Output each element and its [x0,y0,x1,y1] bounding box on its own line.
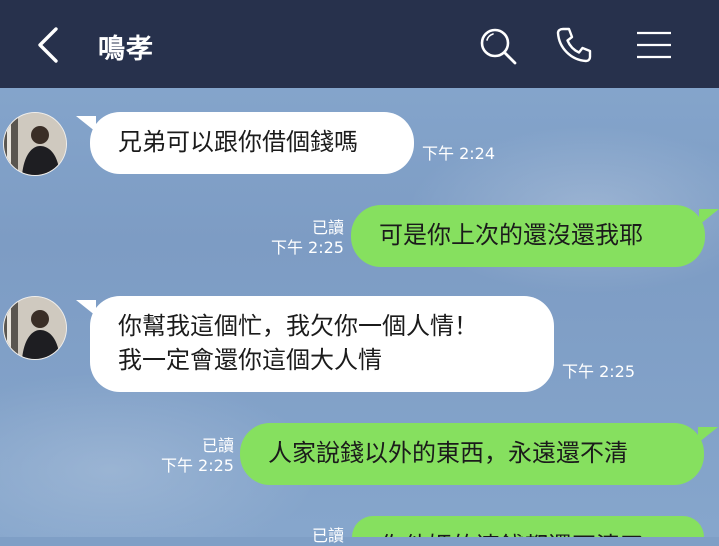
message-meta: 下午 2:25 [562,362,635,382]
read-receipt: 已讀 [311,218,344,237]
message-bubble-outgoing[interactable]: 你他媽的連錢都還不清了 [352,516,704,537]
contact-avatar[interactable] [3,296,67,360]
message-meta: 已讀 下午 2:25 [256,218,344,258]
message-meta: 已讀 [256,526,344,546]
message-time: 下午 2:25 [270,238,344,257]
message-bubble-incoming[interactable]: 兄弟可以跟你借個錢嗎 [76,112,414,174]
message-text: 你他媽的連錢都還不清了 [380,529,644,537]
read-receipt: 已讀 [201,436,234,455]
message-bubble-outgoing[interactable]: 人家說錢以外的東西，永遠還不清 [240,423,718,485]
message-time: 下午 2:25 [562,362,636,381]
message-text: 人家說錢以外的東西，永遠還不清 [268,439,628,467]
message-bubble-outgoing[interactable]: 可是你上次的還沒還我耶 [351,205,719,267]
phone-icon[interactable] [554,25,594,65]
message-text: 可是你上次的還沒還我耶 [379,221,643,249]
contact-name[interactable]: 鳴孝 [98,27,154,66]
message-meta: 已讀 下午 2:25 [146,436,234,476]
menu-icon[interactable] [636,30,672,60]
message-text-line: 你幫我這個忙，我欠你一個人情！ [118,312,478,340]
message-time: 下午 2:25 [160,456,234,475]
message-text: 兄弟可以跟你借個錢嗎 [118,128,358,156]
message-bubble-incoming[interactable]: 你幫我這個忙，我欠你一個人情！ 我一定會還你這個大人情 [76,296,554,392]
message-time: 下午 2:24 [422,144,496,163]
back-icon[interactable] [34,26,64,64]
chat-header: 鳴孝 [0,0,719,88]
message-text-line: 我一定會還你這個大人情 [118,346,382,374]
contact-avatar[interactable] [3,112,67,176]
message-meta: 下午 2:24 [422,144,495,164]
search-icon[interactable] [478,26,518,66]
read-receipt: 已讀 [311,526,344,545]
